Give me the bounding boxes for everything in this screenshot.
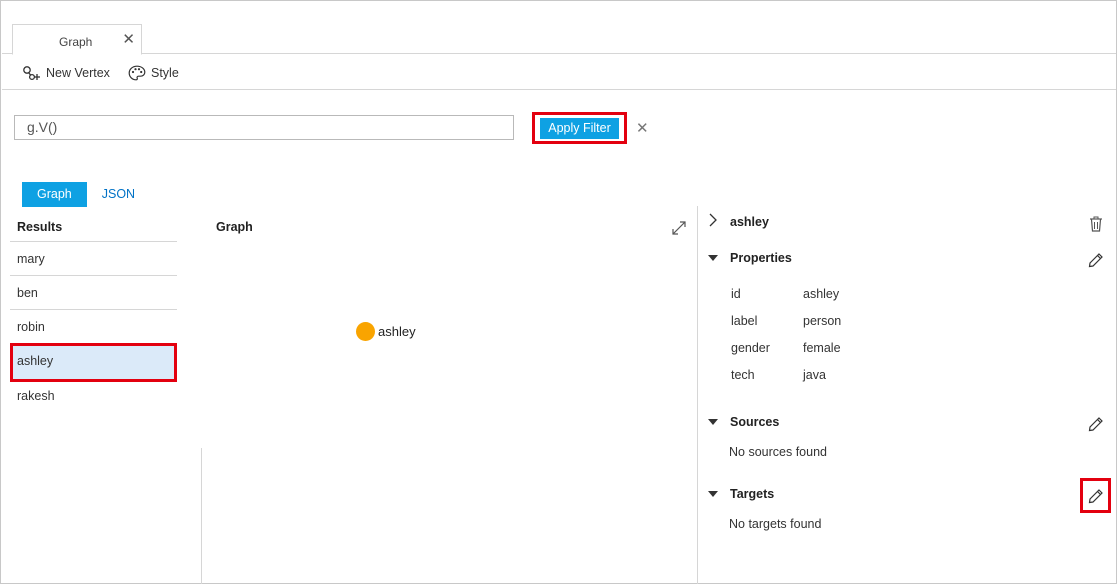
tab-json-view[interactable]: JSON bbox=[87, 182, 150, 207]
details-title: ashley bbox=[730, 215, 769, 229]
new-vertex-label: New Vertex bbox=[46, 66, 110, 80]
pencil-icon[interactable] bbox=[1088, 252, 1104, 268]
list-item[interactable]: mary bbox=[10, 242, 177, 276]
sources-heading: Sources bbox=[730, 415, 780, 429]
apply-filter-button[interactable]: Apply Filter bbox=[540, 118, 619, 139]
list-item[interactable]: rakesh bbox=[10, 379, 177, 413]
pencil-icon[interactable] bbox=[1088, 488, 1104, 504]
style-label: Style bbox=[151, 66, 179, 80]
results-heading: Results bbox=[17, 220, 63, 234]
targets-heading: Targets bbox=[730, 487, 775, 501]
tab-strip: Graph ✕ bbox=[2, 2, 1116, 55]
chevron-right-icon[interactable] bbox=[708, 213, 718, 227]
panel-divider bbox=[697, 206, 698, 584]
graph-node-label: ashley bbox=[378, 324, 416, 339]
expand-icon[interactable] bbox=[671, 220, 687, 236]
property-key: id bbox=[731, 287, 741, 301]
tab-graph[interactable]: Graph ✕ bbox=[12, 24, 142, 55]
graph-explorer-window: Graph ✕ New Vertex Style g.V() Apply Fil… bbox=[0, 0, 1117, 584]
caret-down-icon[interactable] bbox=[708, 419, 718, 425]
new-vertex-icon bbox=[23, 66, 40, 81]
property-key: tech bbox=[731, 368, 755, 382]
palette-icon bbox=[128, 65, 146, 81]
property-key: label bbox=[731, 314, 758, 328]
list-item-selected[interactable]: ashley bbox=[10, 343, 177, 382]
new-vertex-button[interactable]: New Vertex bbox=[22, 63, 110, 83]
tab-graph-view[interactable]: Graph bbox=[22, 182, 87, 207]
list-item[interactable]: ben bbox=[10, 276, 177, 310]
close-icon[interactable]: ✕ bbox=[122, 32, 135, 47]
property-key: gender bbox=[731, 341, 770, 355]
property-value: ashley bbox=[803, 287, 840, 301]
property-value: female bbox=[803, 341, 841, 355]
trash-icon[interactable] bbox=[1089, 216, 1103, 232]
graph-heading: Graph bbox=[216, 220, 253, 234]
graph-node[interactable] bbox=[356, 322, 375, 341]
caret-down-icon[interactable] bbox=[708, 491, 718, 497]
style-button[interactable]: Style bbox=[128, 63, 179, 83]
tab-label: Graph bbox=[59, 35, 93, 49]
sources-empty-message: No sources found bbox=[729, 445, 827, 459]
targets-empty-message: No targets found bbox=[729, 517, 822, 531]
property-value: java bbox=[803, 368, 826, 382]
toolbar: New Vertex Style bbox=[2, 54, 1116, 90]
pencil-icon[interactable] bbox=[1088, 416, 1104, 432]
query-input[interactable]: g.V() bbox=[14, 115, 514, 140]
properties-heading: Properties bbox=[730, 251, 792, 265]
list-item[interactable]: robin bbox=[10, 310, 177, 344]
apply-filter-highlight: Apply Filter bbox=[532, 112, 627, 144]
clear-filter-icon[interactable]: ✕ bbox=[636, 119, 649, 137]
panel-divider bbox=[201, 448, 202, 584]
property-value: person bbox=[803, 314, 842, 328]
caret-down-icon[interactable] bbox=[708, 255, 718, 261]
view-toggle: Graph JSON bbox=[22, 182, 150, 207]
